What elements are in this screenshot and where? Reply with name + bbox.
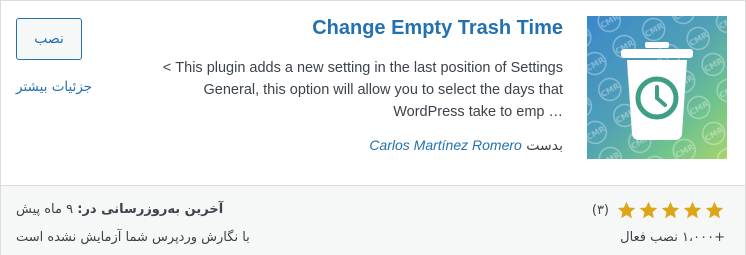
plugin-card-footer: (۳) +۱،۰۰۰ نصب فعال آخرین به‌روزرسانی در… [1,185,745,255]
author-prefix: بدست [526,138,563,154]
description-line: This plugin adds a new setting in the la… [162,60,563,76]
star-filled-icon [683,201,702,219]
last-updated: آخرین به‌روزرسانی در: ۹ ماه پیش [16,202,223,217]
star-filled-icon [661,201,680,219]
last-updated-label: آخرین به‌روزرسانی در: [77,202,224,217]
compatibility-notice: با نگارش وردپرس شما آزمایش نشده است [16,230,250,245]
rating-count: (۳) [591,203,609,218]
star-filled-icon [705,201,724,219]
star-filled-icon [617,201,636,219]
plugin-card: CMR Change Empty Trash Time This plugin … [0,0,746,255]
more-details-link[interactable]: جزئیات بیشتر [16,79,92,95]
last-updated-value: ۹ ماه پیش [16,202,74,217]
plugin-description: This plugin adds a new setting in the la… [143,57,563,123]
plugin-card-top: CMR Change Empty Trash Time This plugin … [1,1,745,185]
install-button[interactable]: نصب [16,18,82,60]
star-rating: (۳) [592,200,725,221]
description-line: … WordPress take to emp [393,104,563,120]
plugin-title-link[interactable]: Change Empty Trash Time [312,17,563,40]
trash-clock-icon: CMR [587,16,727,159]
active-installs: +۱،۰۰۰ نصب فعال [620,230,725,245]
plugin-author: بدست Carlos Martínez Romero [369,137,563,154]
plugin-icon[interactable]: CMR [587,16,727,159]
star-filled-icon [639,201,658,219]
description-line: General, this option will allow you to s… [203,82,563,98]
author-link[interactable]: Carlos Martínez Romero [369,137,522,153]
